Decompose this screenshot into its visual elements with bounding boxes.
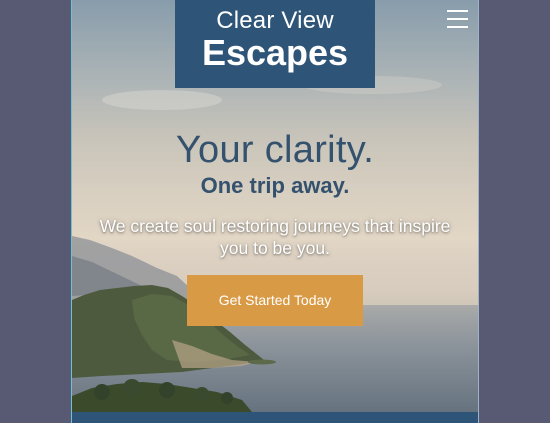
hero-subheadline: One trip away. [200,173,350,198]
menu-bar [447,10,468,12]
hamburger-menu-icon[interactable] [447,8,469,28]
hero-headline: Your clarity. [175,129,375,171]
brand-logo[interactable]: Clear View Escapes [175,0,375,88]
hero-section: Clear View Escapes Your clarity. One tri… [72,0,478,412]
mobile-viewport: Clear View Escapes Your clarity. One tri… [71,0,479,423]
hero-tagline: We create soul restoring journeys that i… [99,216,451,258]
menu-bar [447,18,468,20]
get-started-button[interactable]: Get Started Today [187,275,363,326]
footer-strip [72,412,478,423]
brand-name-line1: Clear View [216,7,334,34]
brand-name-line2: Escapes [201,32,349,73]
menu-bar [447,26,468,28]
